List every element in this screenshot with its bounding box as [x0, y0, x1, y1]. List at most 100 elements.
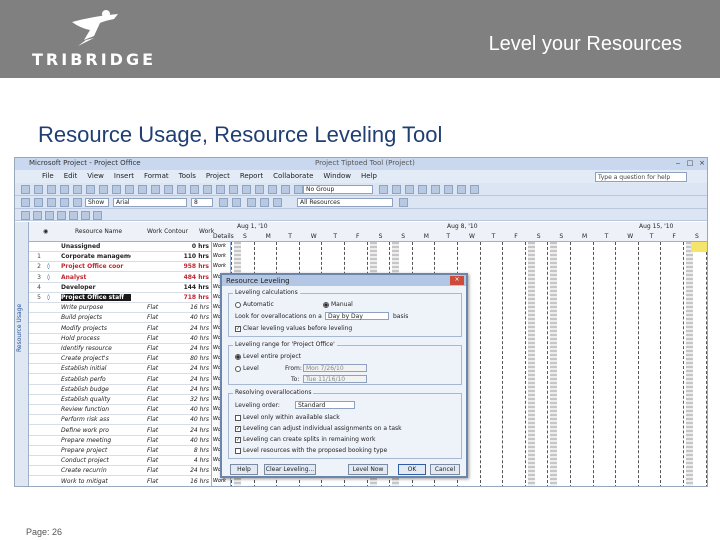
menu-tools[interactable]: Tools	[174, 170, 201, 180]
minimize-icon[interactable]: ‒	[673, 159, 683, 168]
level-entire-radio[interactable]: Level entire project	[235, 353, 301, 360]
resource-tool-icon[interactable]	[45, 211, 54, 220]
leveling-order-combo[interactable]: Standard	[295, 401, 355, 409]
formatting-tool-icon[interactable]	[273, 198, 282, 207]
table-row[interactable]: Identify resource Flat 24 hrs	[29, 344, 211, 354]
formatting-tool-icon[interactable]	[73, 198, 82, 207]
resource-tool-icon[interactable]	[69, 211, 78, 220]
table-row[interactable]: 1 Corporate manageme 110 hrs	[29, 252, 211, 263]
formatting-tool-icon[interactable]	[247, 198, 256, 207]
level-range-radio[interactable]: Level	[235, 365, 259, 372]
header-resource-name[interactable]: Resource Name	[75, 228, 122, 235]
maximize-icon[interactable]: □	[685, 159, 695, 168]
slack-checkbox[interactable]: Level only within available slack	[235, 414, 340, 421]
table-row[interactable]: Review function Flat 40 hrs	[29, 405, 211, 416]
menu-insert[interactable]: Insert	[109, 170, 139, 180]
standard-tool-icon[interactable]	[99, 185, 108, 194]
table-row[interactable]: 3 ◊ Analyst 484 hrs	[29, 273, 211, 283]
clear-values-checkbox[interactable]: ✓ Clear leveling values before leveling	[235, 325, 352, 332]
booking-type-checkbox[interactable]: Level resources with the proposed bookin…	[235, 447, 387, 454]
formatting-tool-icon[interactable]	[219, 198, 228, 207]
standard-tool-icon[interactable]	[203, 185, 212, 194]
table-row[interactable]: Prepare meeting Flat 40 hrs	[29, 436, 211, 446]
resource-tool-icon[interactable]	[81, 211, 90, 220]
automatic-radio[interactable]: Automatic	[235, 301, 274, 308]
standard-tool-icon[interactable]	[470, 185, 479, 194]
menu-edit[interactable]: Edit	[59, 170, 83, 180]
standard-tool-icon[interactable]	[281, 185, 290, 194]
table-row[interactable]: Create recurrin Flat 24 hrs	[29, 466, 211, 477]
header-work[interactable]: Work	[199, 228, 214, 235]
standard-tool-icon[interactable]	[164, 185, 173, 194]
from-date-field[interactable]: Mon 7/26/10	[303, 364, 367, 372]
table-row[interactable]: Work to mitigat Flat 16 hrs	[29, 477, 211, 486]
header-work-contour[interactable]: Work Contour	[147, 228, 188, 235]
font-combo[interactable]: Arial	[113, 198, 187, 207]
show-combo[interactable]: Show	[85, 198, 109, 207]
table-row[interactable]: Modify projects Flat 24 hrs	[29, 324, 211, 334]
standard-tool-icon[interactable]	[73, 185, 82, 194]
resource-tool-icon[interactable]	[93, 211, 102, 220]
table-row[interactable]: Hold process Flat 40 hrs	[29, 334, 211, 344]
table-row[interactable]: Establish perfo Flat 24 hrs	[29, 375, 211, 385]
standard-tool-icon[interactable]	[138, 185, 147, 194]
table-row[interactable]: Establish budge Flat 24 hrs	[29, 385, 211, 395]
standard-tool-icon[interactable]	[268, 185, 277, 194]
dialog-close-icon[interactable]: ×	[450, 276, 464, 285]
standard-tool-icon[interactable]	[151, 185, 160, 194]
menu-file[interactable]: File	[37, 170, 59, 180]
header-details[interactable]: Details	[213, 233, 234, 240]
manual-radio[interactable]: Manual	[323, 301, 353, 308]
cancel-button[interactable]: Cancel	[430, 464, 460, 475]
standard-tool-icon[interactable]	[242, 185, 251, 194]
standard-tool-icon[interactable]	[294, 185, 303, 194]
standard-tool-icon[interactable]	[431, 185, 440, 194]
standard-tool-icon[interactable]	[405, 185, 414, 194]
table-row[interactable]: Establish initial Flat 24 hrs	[29, 364, 211, 375]
adjust-assignments-checkbox[interactable]: ✓ Leveling can adjust individual assignme…	[235, 425, 402, 432]
resource-tool-icon[interactable]	[21, 211, 30, 220]
menu-project[interactable]: Project	[201, 170, 235, 180]
resource-tool-icon[interactable]	[57, 211, 66, 220]
table-row[interactable]: Define work pro Flat 24 hrs	[29, 426, 211, 436]
basis-combo[interactable]: Day by Day	[325, 312, 389, 320]
standard-tool-icon[interactable]	[457, 185, 466, 194]
to-date-field[interactable]: Tue 11/16/10	[303, 375, 367, 383]
standard-tool-icon[interactable]	[60, 185, 69, 194]
table-row[interactable]: Establish quality Flat 32 hrs	[29, 395, 211, 405]
standard-tool-icon[interactable]	[255, 185, 264, 194]
help-search-input[interactable]: Type a question for help	[595, 172, 687, 182]
menu-help[interactable]: Help	[356, 170, 382, 180]
formatting-tool-icon[interactable]	[260, 198, 269, 207]
formatting-tool-icon[interactable]	[21, 198, 30, 207]
standard-tool-icon[interactable]	[112, 185, 121, 194]
table-row[interactable]: Unassigned 0 hrs	[29, 242, 211, 252]
filter-combo[interactable]: All Resources	[297, 198, 393, 207]
resource-tool-icon[interactable]	[33, 211, 42, 220]
formatting-tool-icon[interactable]	[60, 198, 69, 207]
ok-button[interactable]: OK	[398, 464, 426, 475]
close-icon[interactable]: ×	[697, 159, 707, 168]
table-row[interactable]: Conduct project Flat 4 hrs	[29, 456, 211, 467]
help-button[interactable]: Help	[230, 464, 258, 475]
level-now-button[interactable]: Level Now	[348, 464, 388, 475]
formatting-tool-icon[interactable]	[399, 198, 408, 207]
table-row[interactable]: Build projects Flat 40 hrs	[29, 313, 211, 324]
standard-tool-icon[interactable]	[47, 185, 56, 194]
standard-tool-icon[interactable]	[444, 185, 453, 194]
table-row[interactable]: 4 Developer 144 hrs	[29, 283, 211, 293]
standard-tool-icon[interactable]	[392, 185, 401, 194]
standard-tool-icon[interactable]	[216, 185, 225, 194]
table-row[interactable]: 5 ◊ Project Office staff 718 hrs	[29, 293, 211, 303]
formatting-tool-icon[interactable]	[34, 198, 43, 207]
menu-view[interactable]: View	[82, 170, 109, 180]
menu-report[interactable]: Report	[235, 170, 268, 180]
standard-tool-icon[interactable]	[190, 185, 199, 194]
clear-leveling-button[interactable]: Clear Leveling...	[264, 464, 316, 475]
create-splits-checkbox[interactable]: ✓ Leveling can create splits in remaining…	[235, 436, 375, 443]
table-row[interactable]: Write purpose Flat 16 hrs	[29, 303, 211, 314]
standard-tool-icon[interactable]	[125, 185, 134, 194]
menu-window[interactable]: Window	[318, 170, 356, 180]
standard-tool-icon[interactable]	[21, 185, 30, 194]
menu-format[interactable]: Format	[139, 170, 174, 180]
